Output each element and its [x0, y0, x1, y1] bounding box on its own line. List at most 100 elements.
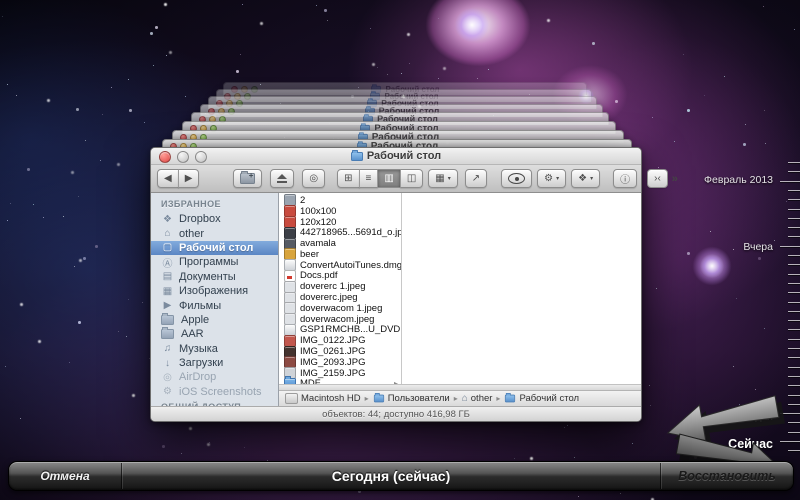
file-row[interactable]: beer — [279, 248, 401, 261]
minimize-button[interactable] — [177, 151, 189, 163]
sidebar-item-other[interactable]: ⌂ other — [151, 226, 278, 240]
timeline-tick[interactable] — [788, 320, 800, 322]
sidebar-item-movies[interactable]: ▶ Фильмы — [151, 298, 278, 312]
file-name: dovererc 1.jpeg — [300, 281, 366, 293]
sidebar-item-label: Загрузки — [179, 357, 224, 370]
file-row[interactable]: 120x120 — [279, 216, 401, 228]
timeline-tick[interactable] — [788, 189, 800, 191]
timeline-tick[interactable] — [788, 282, 800, 284]
file-row[interactable]: doverwacom.jpeg — [279, 313, 401, 326]
sidebar-item-dropbox[interactable]: ❖ Dropbox — [151, 212, 278, 226]
file-row[interactable]: 2 — [279, 194, 401, 207]
sidebar-item-applications[interactable]: Ⓐ Программы — [151, 255, 278, 270]
sidebar-item-downloads[interactable]: ↓ Загрузки — [151, 356, 278, 370]
file-row[interactable]: 442718965...5691d_o.jpg — [279, 226, 401, 239]
file-row[interactable]: GSP1RMCHB...U_DVD.dmg — [279, 323, 402, 336]
timeline-tick[interactable] — [788, 310, 800, 312]
timeline-tick[interactable] — [788, 329, 800, 331]
timeline-tick[interactable] — [788, 171, 800, 173]
cancel-button[interactable]: Отмена — [9, 469, 121, 483]
downloads-icon: ↓ — [165, 357, 170, 369]
timeline-tick[interactable] — [788, 208, 800, 210]
file-row[interactable]: MDF ▸ — [279, 375, 401, 384]
timeline-tick[interactable] — [788, 162, 800, 163]
view-columns-button[interactable]: ▥ — [377, 169, 401, 188]
toolbar-overflow-chevron[interactable]: » — [672, 173, 678, 185]
file-row[interactable]: avamala — [279, 237, 401, 250]
back-button[interactable]: ◀ — [157, 169, 179, 188]
file-row[interactable]: IMG_0122.JPG — [279, 334, 401, 347]
timeline-tick[interactable] — [788, 273, 800, 275]
window-titlebar[interactable]: Рабочий стол — [151, 148, 641, 165]
home-icon: ⌂ — [461, 393, 468, 404]
sidebar-item-label: Изображения — [179, 285, 249, 298]
dropbox-menu-icon: ❖ — [578, 173, 588, 184]
timeline-tick[interactable] — [788, 301, 800, 303]
timeline-tick[interactable] — [788, 264, 800, 266]
sidebar-item-ios-screenshots[interactable]: ⚙ iOS Screenshots — [151, 385, 278, 399]
timeline-tick[interactable] — [788, 255, 800, 256]
sidebar-item-documents[interactable]: ▤ Документы — [151, 270, 278, 284]
path-item[interactable]: ⌂ other — [462, 393, 493, 404]
timeline-tick[interactable] — [788, 236, 800, 238]
share-button[interactable]: ↗ — [464, 169, 488, 188]
sidebar-item-music[interactable]: ♫ Музыка — [151, 342, 278, 356]
arrange-button[interactable]: ▦ ▾ — [428, 169, 458, 188]
caret-down-icon: ▾ — [556, 176, 560, 182]
timeline-label[interactable]: Вчера — [743, 241, 773, 253]
file-row[interactable]: doverwacom 1.jpeg — [279, 302, 401, 315]
timeline-tick[interactable] — [788, 348, 800, 349]
eject-icon — [277, 173, 288, 184]
finder-window[interactable]: Рабочий стол ◀▶◎⊞≡▥◫▦▾↗⚙▾❖▾ⓘ›‹» ИЗБРАННО… — [150, 147, 678, 422]
zoom-button[interactable] — [195, 151, 207, 163]
sidebar-item-airdrop[interactable]: ◎ AirDrop — [151, 370, 278, 384]
restore-button[interactable]: Восстановить — [661, 469, 793, 483]
file-row[interactable]: 100x100 — [279, 205, 401, 218]
close-button[interactable] — [159, 151, 171, 163]
new-folder-button[interactable] — [233, 169, 263, 188]
timeline-tick[interactable] — [788, 227, 800, 229]
timeline-tick[interactable] — [788, 366, 800, 368]
timeline-tick[interactable] — [780, 180, 800, 182]
file-name: GSP1RMCHB...U_DVD.dmg — [300, 324, 402, 336]
burn-button[interactable]: ◎ — [302, 169, 326, 188]
timeline-tick[interactable] — [788, 338, 800, 340]
eject-button[interactable] — [270, 169, 295, 188]
sidebar-item-apple[interactable]: Apple — [151, 312, 278, 327]
sidebar-item-aar[interactable]: AAR — [151, 327, 278, 341]
view-coverflow-button[interactable]: ◫ — [399, 169, 424, 188]
timeline-tick[interactable] — [788, 357, 800, 359]
file-column: 2 100x100 120x120 442718965...5691d_o.jpg av… — [279, 193, 402, 384]
sidebar-item-label: AAR — [181, 328, 204, 341]
column-2[interactable] — [402, 193, 641, 384]
timeline-tick[interactable] — [788, 217, 800, 219]
collapse-toolbar-button[interactable]: ›‹ — [647, 169, 668, 188]
timeline-tick[interactable] — [788, 199, 800, 201]
timeline-tick[interactable] — [788, 375, 800, 377]
path-item[interactable]: Рабочий стол — [504, 392, 579, 404]
timeline-tick[interactable] — [780, 245, 800, 247]
action-button[interactable]: ⚙ ▾ — [537, 169, 567, 188]
file-row[interactable]: IMG_0261.JPG — [279, 345, 401, 358]
folder-icon — [350, 149, 363, 161]
dropbox-menu-button[interactable]: ❖ ▾ — [571, 169, 601, 188]
file-row[interactable]: IMG_2093.JPG — [279, 356, 401, 369]
file-row[interactable]: IMG_2159.JPG — [279, 367, 401, 380]
forward-button[interactable]: ▶ — [177, 169, 200, 188]
view-list-button[interactable]: ≡ — [358, 169, 379, 188]
sidebar-item-desktop[interactable]: ▢ Рабочий стол — [151, 240, 278, 256]
sidebar-item-pictures[interactable]: ▦ Изображения — [151, 284, 278, 298]
info-button[interactable]: ⓘ — [613, 169, 638, 188]
quicklook-button[interactable] — [501, 169, 533, 188]
timeline-label[interactable]: Февраль 2013 — [704, 174, 773, 186]
timeline-tick[interactable] — [788, 292, 800, 294]
file-row[interactable]: ConvertAutoiTunes.dmg — [279, 259, 401, 272]
file-row[interactable]: Docs.pdf — [279, 269, 401, 282]
path-item[interactable]: Macintosh HD — [285, 393, 361, 404]
view-icons-button[interactable]: ⊞ — [337, 169, 360, 188]
caret-down-icon: ▾ — [447, 176, 451, 182]
file-row[interactable]: dovererc 1.jpeg — [279, 280, 401, 293]
path-item[interactable]: Пользователи — [373, 392, 450, 404]
file-row[interactable]: dovererc.jpeg — [279, 291, 401, 304]
timeline-tick[interactable] — [788, 385, 800, 387]
